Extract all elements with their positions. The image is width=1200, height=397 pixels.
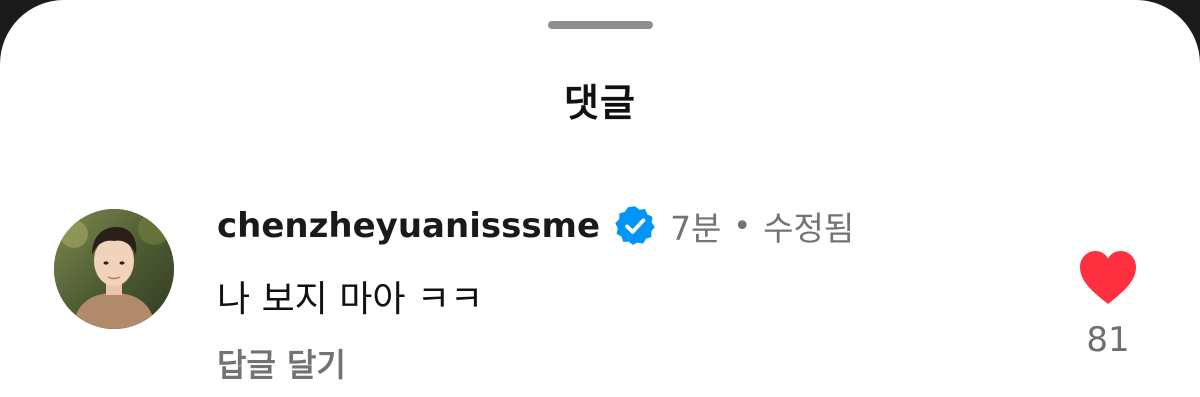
comment-item: chenzheyuanisssme 7분 • 수정됨 나 보지 마아 ㅋㅋ 답글… — [0, 200, 1200, 397]
sheet-panel: 댓글 chenzheyuanisssme 7분 • 수정됨 나 보지 마아 ㅋㅋ… — [0, 0, 1200, 397]
meta-separator: • — [733, 208, 752, 244]
avatar[interactable] — [54, 209, 174, 329]
comment-time: 7분 — [670, 209, 722, 248]
comments-sheet: 댓글 chenzheyuanisssme 7분 • 수정됨 나 보지 마아 ㅋㅋ… — [0, 0, 1200, 397]
comment-username[interactable]: chenzheyuanisssme — [217, 206, 600, 246]
edited-label: 수정됨 — [763, 209, 855, 248]
comment-meta: chenzheyuanisssme 7분 • 수정됨 — [217, 202, 854, 250]
drag-handle[interactable] — [548, 21, 653, 29]
sheet-title: 댓글 — [564, 81, 636, 125]
comment-text: 나 보지 마아 ㅋㅋ — [217, 279, 484, 320]
reply-button[interactable]: 답글 달기 — [217, 340, 346, 386]
avatar-image — [54, 209, 174, 329]
verified-badge-icon — [614, 205, 656, 247]
like-count: 81 — [1086, 320, 1130, 360]
heart-filled-icon[interactable] — [1078, 250, 1138, 306]
